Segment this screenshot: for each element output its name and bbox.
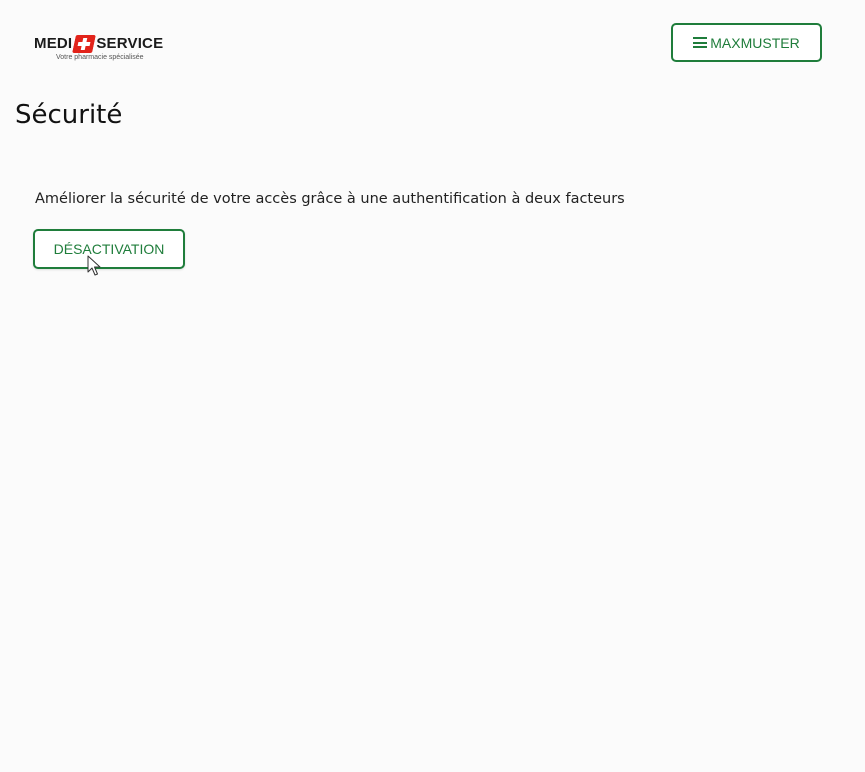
logo-wordmark: MEDI SERVICE — [34, 34, 179, 54]
two-factor-description: Améliorer la sécurité de votre accès grâ… — [35, 191, 625, 207]
logo-tagline: Votre pharmacie spécialisée — [56, 54, 144, 61]
deactivate-button-label: DÉSACTIVATION — [53, 241, 165, 257]
user-menu-button[interactable]: MAXMUSTER — [671, 23, 822, 62]
swiss-cross-icon — [72, 35, 96, 53]
deactivate-2fa-button[interactable]: DÉSACTIVATION — [33, 229, 185, 269]
logo-text-medi: MEDI — [34, 35, 73, 52]
medi-service-logo[interactable]: MEDI SERVICE Votre pharmacie spécialisée — [34, 34, 179, 66]
user-menu-label: MAXMUSTER — [710, 34, 800, 51]
page-title: Sécurité — [15, 100, 123, 130]
logo-text-service: SERVICE — [96, 35, 164, 52]
hamburger-menu-icon — [693, 37, 708, 48]
